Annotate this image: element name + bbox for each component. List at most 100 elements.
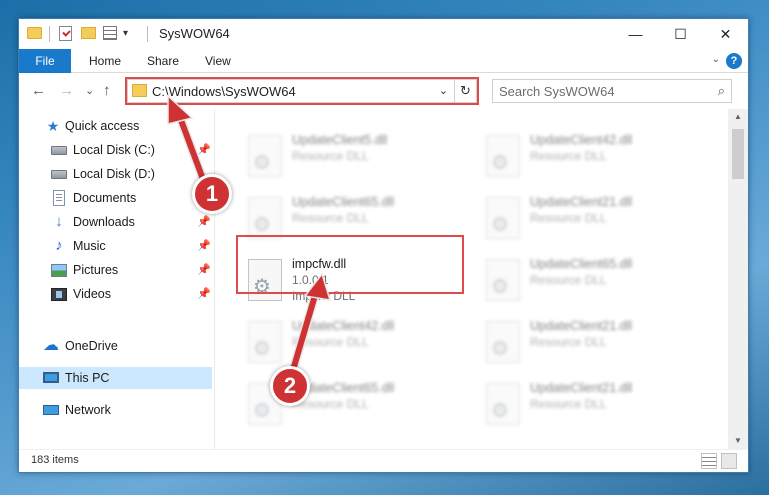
file-item[interactable]: UpdateClient5.dll Resource DLL: [242, 131, 462, 183]
file-name: UpdateClient21.dll: [530, 195, 633, 209]
file-name: UpdateClient42.dll: [292, 319, 395, 333]
file-name: UpdateClient21.dll: [530, 319, 633, 333]
file-name: UpdateClient65.dll: [530, 257, 633, 271]
scroll-down-icon[interactable]: ▼: [728, 433, 748, 449]
navigation-bar: ← → ⌄ ↑ C:\Windows\SysWOW64 ⌄ ↻ ⌕: [19, 73, 748, 109]
sidebar-item-videos[interactable]: Videos 📌: [19, 283, 212, 305]
file-highlight-box: [236, 235, 464, 294]
sidebar-item-documents[interactable]: Documents 📌: [19, 187, 212, 209]
sidebar-item-label: Videos: [73, 287, 111, 301]
separator: [147, 26, 148, 42]
file-type: Resource DLL: [292, 149, 369, 163]
quick-access-dropdown-icon[interactable]: ▾: [123, 28, 128, 39]
ribbon-tabs: File Home Share View ⌄ ?: [19, 49, 748, 73]
pc-icon: [43, 372, 59, 383]
sidebar-item-quick-access[interactable]: ★ Quick access: [19, 115, 212, 137]
file-name: UpdateClient42.dll: [530, 133, 633, 147]
tab-file[interactable]: File: [19, 49, 71, 73]
file-type: Resource DLL: [530, 273, 607, 287]
videos-icon: [51, 288, 67, 301]
sidebar-item-local-disk-d[interactable]: Local Disk (D:): [19, 163, 212, 185]
dll-file-icon: [248, 321, 282, 363]
sidebar-item-local-disk-c[interactable]: Local Disk (C:) 📌: [19, 139, 212, 161]
recent-locations-button[interactable]: ⌄: [85, 84, 94, 97]
pin-icon[interactable]: 📌: [197, 215, 211, 228]
file-item[interactable]: UpdateClient21.dll Resource DLL: [480, 193, 700, 245]
folder-icon: [27, 27, 42, 39]
file-item[interactable]: UpdateClient21.dll Resource DLL: [480, 317, 700, 369]
status-bar: 183 items: [19, 449, 748, 472]
search-icon[interactable]: ⌕: [718, 83, 725, 99]
file-item[interactable]: UpdateClient65.dll Resource DLL: [480, 255, 700, 307]
disk-icon: [51, 170, 67, 179]
view-icon[interactable]: [103, 26, 117, 40]
pin-icon[interactable]: 📌: [197, 143, 211, 156]
file-type: Resource DLL: [292, 211, 369, 225]
back-button[interactable]: ←: [31, 82, 46, 99]
vertical-scrollbar[interactable]: ▲ ▼: [728, 109, 748, 449]
file-item[interactable]: UpdateClient42.dll Resource DLL: [480, 131, 700, 183]
forward-button[interactable]: →: [59, 82, 74, 99]
up-button[interactable]: ↑: [103, 82, 111, 99]
sidebar-item-music[interactable]: ♪ Music 📌: [19, 235, 212, 257]
file-type: Resource DLL: [292, 335, 369, 349]
pin-icon[interactable]: 📌: [197, 263, 211, 276]
close-button[interactable]: ✕: [703, 19, 748, 49]
sidebar-item-this-pc[interactable]: This PC: [19, 367, 212, 389]
sidebar-item-onedrive[interactable]: ☁ OneDrive: [19, 335, 212, 357]
sidebar-item-label: Quick access: [65, 119, 140, 133]
dll-file-icon: [486, 383, 520, 425]
disk-icon: [51, 146, 67, 155]
sidebar-item-label: Downloads: [73, 215, 135, 229]
sidebar-item-label: Local Disk (D:): [73, 167, 155, 181]
download-icon: ↓: [55, 213, 63, 230]
dll-file-icon: [486, 135, 520, 177]
large-icons-view-icon[interactable]: [721, 453, 737, 469]
network-icon: [43, 405, 59, 415]
dll-file-icon: [486, 259, 520, 301]
scrollbar-thumb[interactable]: [732, 129, 744, 179]
sidebar-item-label: OneDrive: [65, 339, 118, 353]
sidebar-item-label: Pictures: [73, 263, 119, 277]
search-box[interactable]: ⌕: [492, 79, 732, 103]
properties-icon[interactable]: [59, 26, 72, 41]
file-name: UpdateClient65.dll: [292, 195, 395, 209]
dll-file-icon: [486, 197, 520, 239]
pin-icon[interactable]: 📌: [197, 239, 211, 252]
separator: [49, 26, 50, 42]
music-icon: ♪: [55, 237, 63, 254]
search-input[interactable]: [499, 83, 704, 99]
step-1-badge: 1: [192, 174, 232, 214]
minimize-button[interactable]: —: [613, 19, 658, 49]
sidebar-item-label: Documents: [73, 191, 137, 205]
file-type: Resource DLL: [530, 211, 607, 225]
file-name: UpdateClient5.dll: [292, 133, 388, 147]
tab-share[interactable]: Share: [135, 49, 191, 73]
quick-access-toolbar: ▾: [19, 25, 149, 43]
details-view-icon[interactable]: [701, 453, 717, 469]
file-type: Resource DLL: [530, 397, 607, 411]
sidebar-item-pictures[interactable]: Pictures 📌: [19, 259, 212, 281]
tab-home[interactable]: Home: [77, 49, 133, 73]
sidebar-item-downloads[interactable]: ↓ Downloads 📌: [19, 211, 212, 233]
help-icon[interactable]: ?: [726, 53, 742, 69]
file-item[interactable]: UpdateClient42.dll Resource DLL: [242, 317, 462, 369]
item-count: 183 items: [31, 454, 79, 466]
document-icon: [53, 190, 65, 206]
file-item[interactable]: UpdateClient21.dll Resource DLL: [480, 379, 700, 431]
title-bar: ▾ SysWOW64 — ☐ ✕: [19, 19, 748, 49]
new-folder-icon[interactable]: [81, 27, 96, 39]
sidebar-item-label: Network: [65, 403, 111, 417]
scroll-up-icon[interactable]: ▲: [728, 109, 748, 125]
expand-ribbon-icon[interactable]: ⌄: [712, 54, 720, 65]
maximize-button[interactable]: ☐: [658, 19, 703, 49]
step-2-badge: 2: [270, 366, 310, 406]
tab-view[interactable]: View: [193, 49, 243, 73]
pin-icon[interactable]: 📌: [197, 287, 211, 300]
sidebar-item-label: Music: [73, 239, 106, 253]
file-name: UpdateClient21.dll: [530, 381, 633, 395]
dll-file-icon: [248, 197, 282, 239]
sidebar-item-network[interactable]: Network: [19, 399, 212, 421]
cloud-icon: ☁: [43, 337, 59, 354]
navigation-pane: ★ Quick access Local Disk (C:) 📌 Local D…: [19, 109, 215, 449]
